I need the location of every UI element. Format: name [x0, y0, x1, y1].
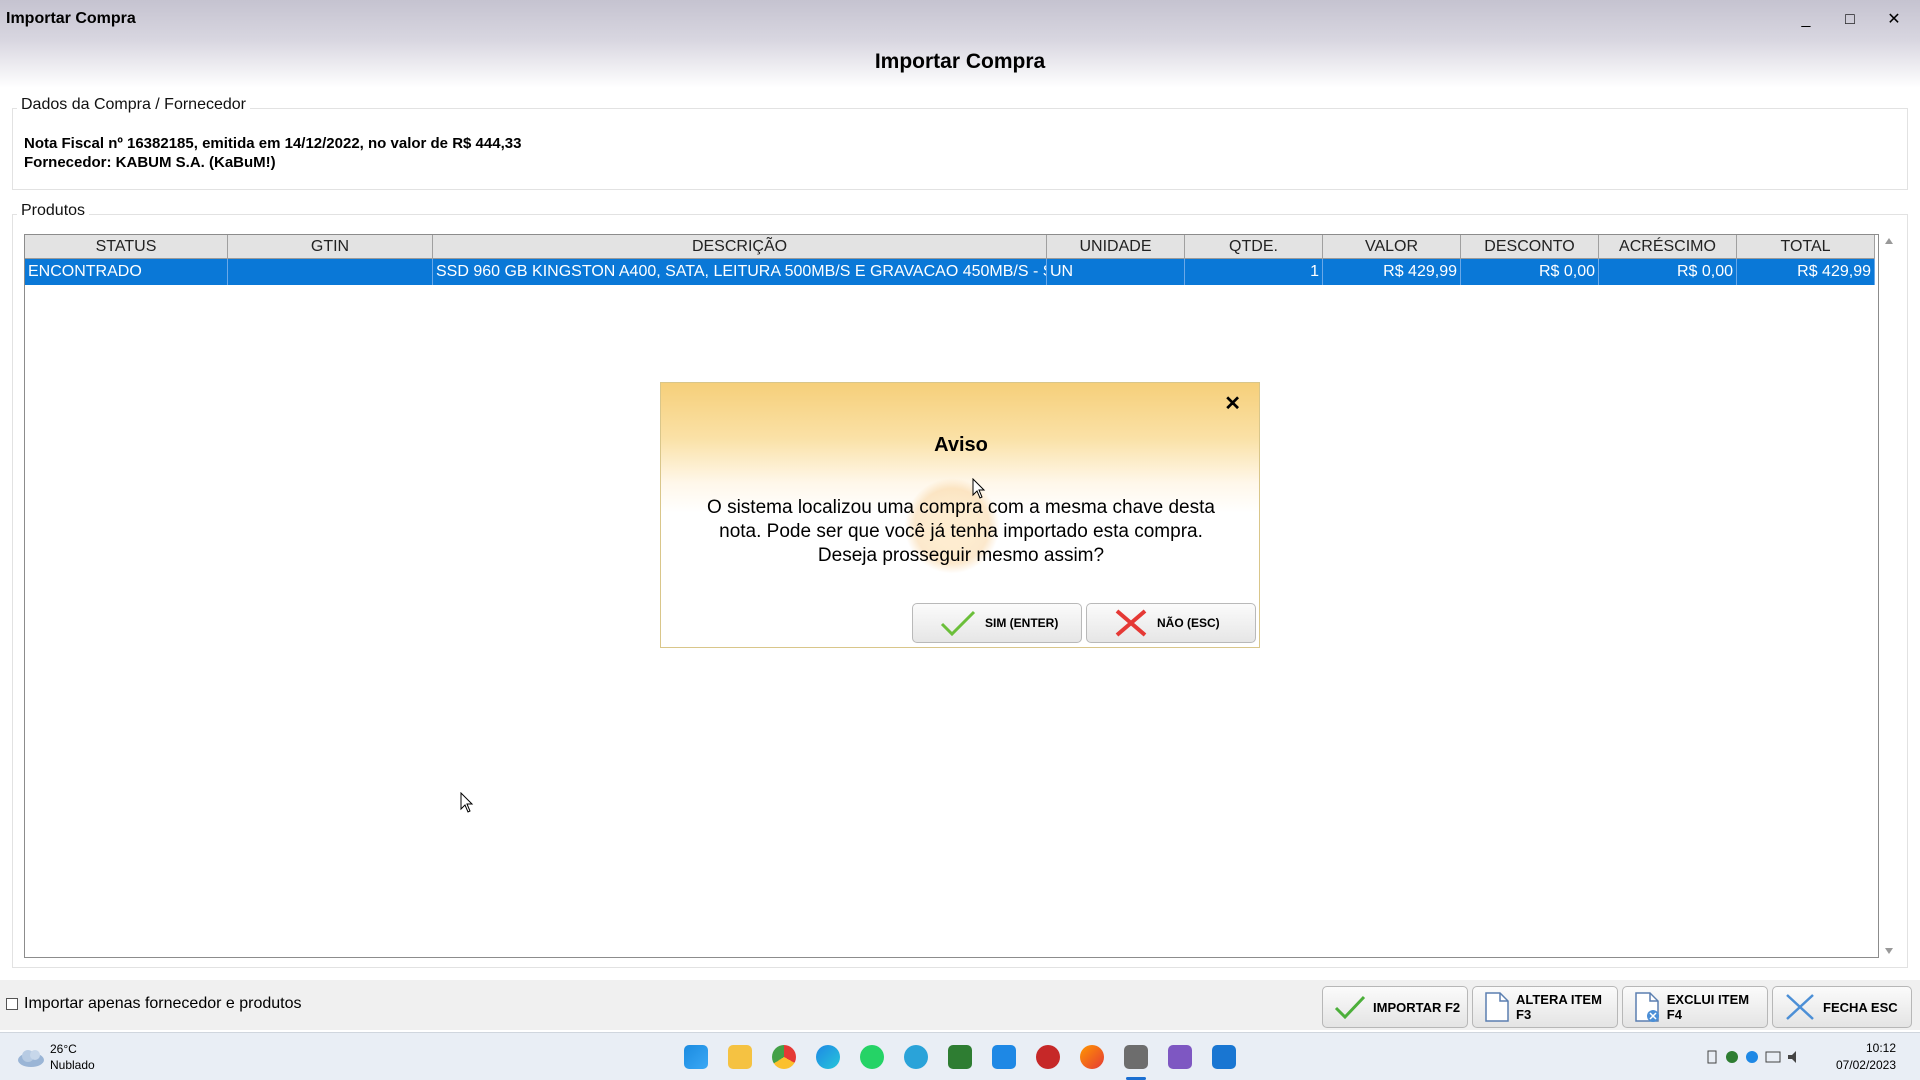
- check-icon: [940, 610, 976, 637]
- dialog-message: O sistema localizou uma compra com a mes…: [661, 496, 1261, 568]
- delete-document-icon: [1635, 992, 1659, 1022]
- app-icon[interactable]: [1036, 1045, 1060, 1069]
- page-title: Importar Compra: [874, 50, 1046, 73]
- no-label: NÃO (ESC): [1157, 616, 1220, 630]
- clock-time[interactable]: 10:12: [1866, 1041, 1896, 1055]
- cell-status: ENCONTRADO: [25, 259, 228, 285]
- col-header-valor[interactable]: VALOR: [1323, 235, 1461, 259]
- check-icon: [1334, 995, 1366, 1020]
- scroll-up-icon: [1885, 238, 1893, 244]
- mouse-cursor-icon: [460, 792, 474, 813]
- active-app-icon[interactable]: [1124, 1045, 1148, 1069]
- col-header-total[interactable]: TOTAL: [1737, 235, 1875, 259]
- edge-icon[interactable]: [816, 1045, 840, 1069]
- fecha-button[interactable]: FECHA ESC: [1772, 986, 1912, 1028]
- usb-icon: [1707, 1050, 1717, 1064]
- red-x-icon: [1115, 609, 1147, 637]
- media-icon[interactable]: [1168, 1045, 1192, 1069]
- table-header: STATUS GTIN DESCRIÇÃO UNIDADE QTDE. VALO…: [25, 235, 1875, 259]
- minimize-button[interactable]: _: [1786, 8, 1826, 32]
- weather-description[interactable]: Nublado: [50, 1058, 95, 1072]
- scroll-down-icon: [1885, 948, 1893, 954]
- col-header-qtde[interactable]: QTDE.: [1185, 235, 1323, 259]
- warning-dialog: ✕ Aviso O sistema localizou uma compra c…: [660, 382, 1260, 648]
- file-explorer-icon[interactable]: [728, 1045, 752, 1069]
- purchase-group-legend: Dados da Compra / Fornecedor: [17, 96, 250, 114]
- yes-label: SIM (ENTER): [985, 616, 1059, 630]
- notepad-icon[interactable]: [1212, 1045, 1236, 1069]
- system-tray-icons[interactable]: [1706, 1049, 1802, 1065]
- dialog-message-line: O sistema localizou uma compra com a mes…: [707, 497, 1215, 518]
- clock-date[interactable]: 07/02/2023: [1836, 1058, 1896, 1072]
- import-only-label[interactable]: Importar apenas fornecedor e produtos: [24, 995, 302, 1013]
- cell-total: R$ 429,99: [1737, 259, 1875, 285]
- dialog-message-line: Deseja prosseguir mesmo assim?: [817, 545, 1105, 566]
- window-title: Importar Compra: [6, 10, 136, 27]
- edit-document-icon: [1485, 992, 1509, 1022]
- spreadsheet-icon[interactable]: [948, 1045, 972, 1069]
- import-only-checkbox[interactable]: [6, 998, 18, 1010]
- col-header-gtin[interactable]: GTIN: [228, 235, 433, 259]
- importar-button[interactable]: IMPORTAR F2: [1322, 986, 1468, 1028]
- close-window-button[interactable]: ✕: [1874, 8, 1914, 32]
- exclui-item-label: EXCLUI ITEM F4: [1666, 992, 1750, 1022]
- table-scrollbar[interactable]: [1882, 234, 1896, 958]
- altera-item-button[interactable]: ALTERA ITEM F3: [1472, 986, 1618, 1028]
- col-header-acrescimo[interactable]: ACRÉSCIMO: [1599, 235, 1737, 259]
- exclui-item-button[interactable]: EXCLUI ITEM F4: [1622, 986, 1768, 1028]
- cell-desconto: R$ 0,00: [1461, 259, 1599, 285]
- products-group-legend: Produtos: [17, 202, 90, 220]
- window-title-bar: Importar Compra _ □ ✕: [0, 0, 1920, 40]
- col-header-descricao[interactable]: DESCRIÇÃO: [433, 235, 1047, 259]
- cloud-icon: [1746, 1051, 1758, 1063]
- cell-unidade: UN: [1047, 259, 1185, 285]
- telegram-icon[interactable]: [904, 1045, 928, 1069]
- yes-button[interactable]: SIM (ENTER): [912, 603, 1082, 643]
- no-button[interactable]: NÃO (ESC): [1086, 603, 1256, 643]
- maximize-button[interactable]: □: [1830, 8, 1870, 32]
- importar-label: IMPORTAR F2: [1373, 999, 1461, 1015]
- col-header-unidade[interactable]: UNIDADE: [1047, 235, 1185, 259]
- fecha-label: FECHA ESC: [1823, 999, 1898, 1015]
- security-icon: [1726, 1051, 1738, 1063]
- whatsapp-icon[interactable]: [860, 1045, 884, 1069]
- cell-acrescimo: R$ 0,00: [1599, 259, 1737, 285]
- cell-descricao: SSD 960 GB KINGSTON A400, SATA, LEITURA …: [433, 259, 1047, 285]
- table-row[interactable]: ENCONTRADO SSD 960 GB KINGSTON A400, SAT…: [25, 259, 1875, 285]
- weather-temperature[interactable]: 26°C: [50, 1042, 77, 1056]
- invoice-info: Nota Fiscal nº 16382185, emitida em 14/1…: [24, 135, 522, 152]
- footer-bar: Importar apenas fornecedor e produtos IM…: [0, 980, 1920, 1030]
- cell-valor: R$ 429,99: [1323, 259, 1461, 285]
- col-header-desconto[interactable]: DESCONTO: [1461, 235, 1599, 259]
- windows-start-icon[interactable]: [684, 1045, 708, 1069]
- taskbar: 26°C Nublado 10:12 07/02/2023: [0, 1032, 1920, 1080]
- dialog-message-line: nota. Pode ser que você já tenha importa…: [719, 521, 1203, 542]
- dialog-close-button[interactable]: ✕: [1224, 391, 1241, 416]
- cell-gtin: [228, 259, 433, 285]
- scrollbar-arrows: [1885, 238, 1893, 954]
- close-icon: [1786, 994, 1814, 1020]
- dialog-title: Aviso: [934, 434, 988, 456]
- altera-item-label: ALTERA ITEM F3: [1516, 992, 1602, 1022]
- cloud-weather-icon[interactable]: [16, 1045, 46, 1069]
- volume-icon: [1788, 1051, 1796, 1063]
- mail-icon[interactable]: [992, 1045, 1016, 1069]
- network-icon: [1765, 1051, 1781, 1063]
- supplier-info: Fornecedor: KABUM S.A. (KaBuM!): [24, 154, 276, 171]
- cell-qtde: 1: [1185, 259, 1323, 285]
- mouse-cursor-icon: [972, 478, 986, 499]
- firefox-icon[interactable]: [1080, 1045, 1104, 1069]
- chrome-icon[interactable]: [772, 1045, 796, 1069]
- col-header-status[interactable]: STATUS: [25, 235, 228, 259]
